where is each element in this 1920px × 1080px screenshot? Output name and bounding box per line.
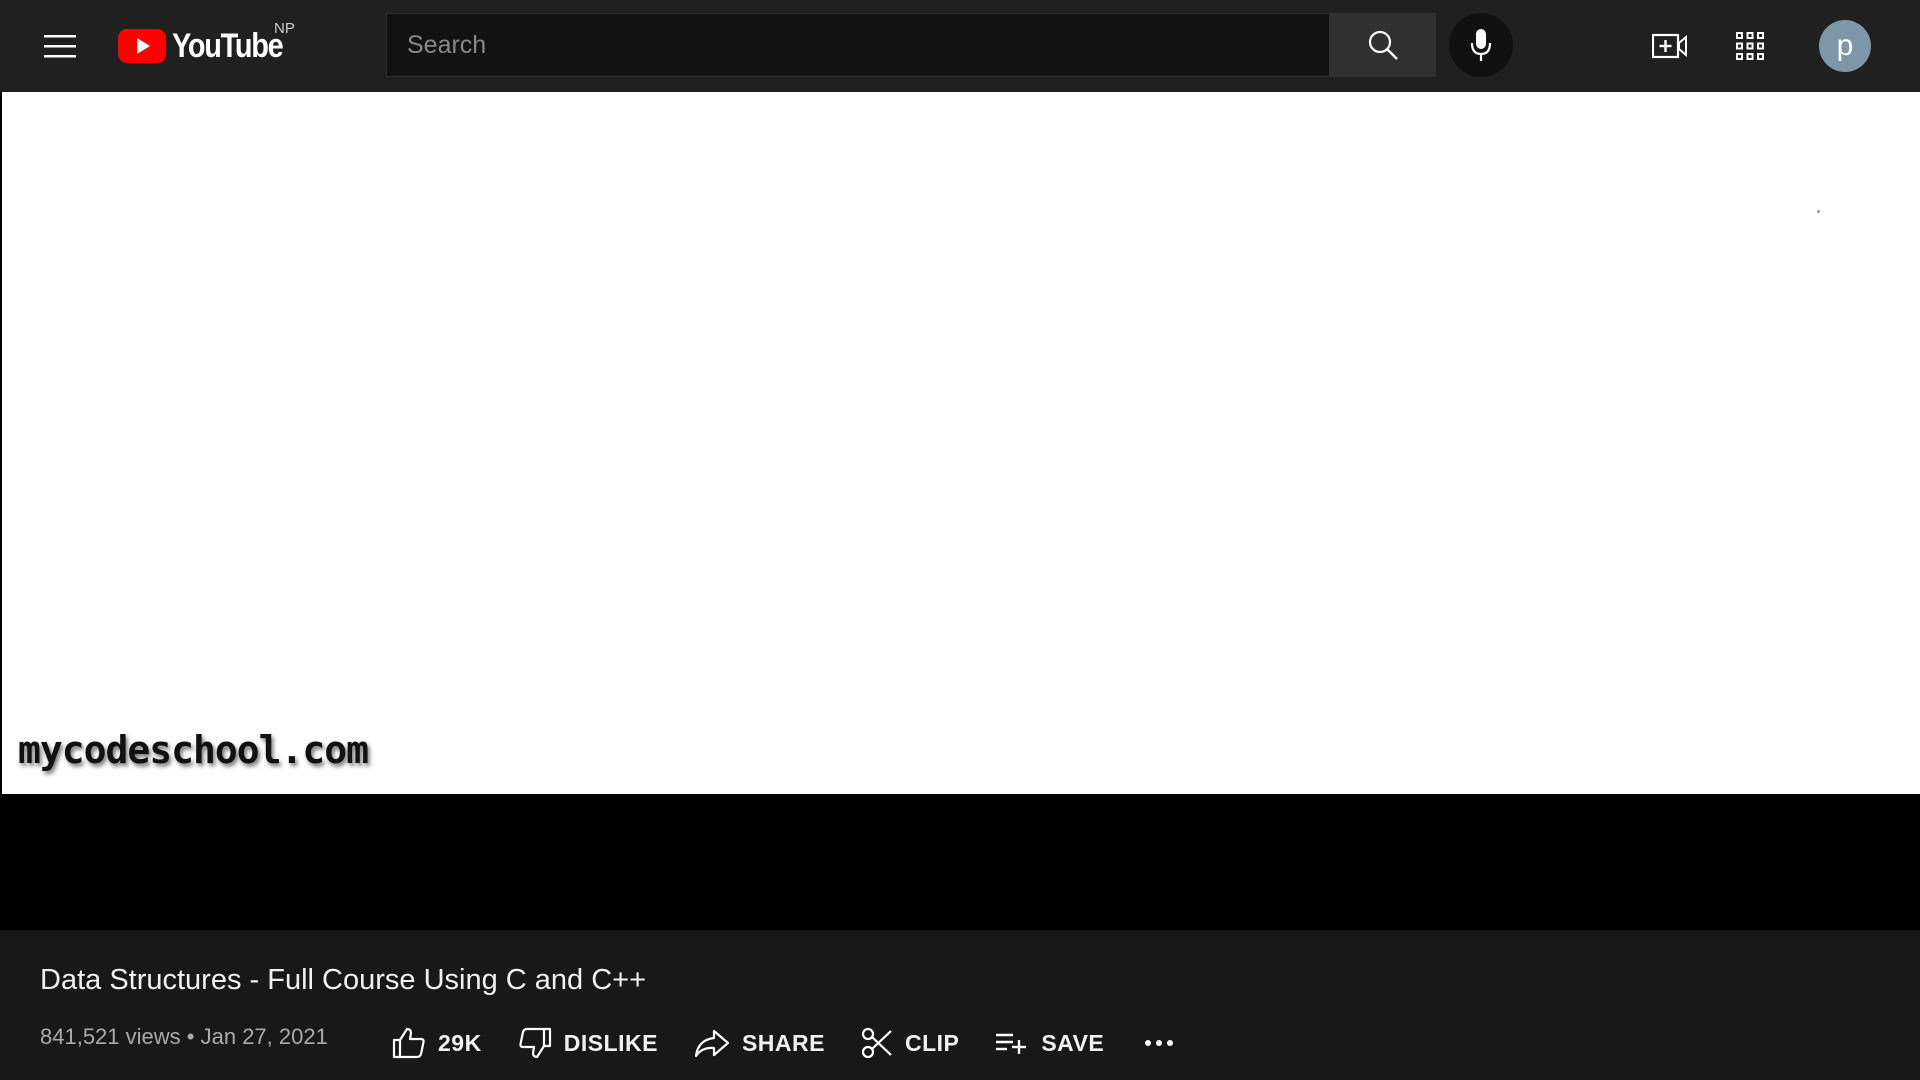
save-button[interactable]: SAVE xyxy=(995,1022,1104,1064)
video-camera-add-icon xyxy=(1652,33,1687,59)
like-button[interactable]: 29K xyxy=(392,1022,482,1064)
save-label: SAVE xyxy=(1041,1029,1105,1056)
logo-text: YouTube xyxy=(172,26,284,65)
share-label: SHARE xyxy=(741,1029,825,1056)
share-arrow-icon xyxy=(694,1029,730,1058)
apps-grid-icon xyxy=(1736,32,1764,60)
masthead: YouTube NP p xyxy=(0,0,1920,92)
video-speck xyxy=(1817,210,1820,213)
create-video-button[interactable] xyxy=(1648,24,1692,68)
hamburger-icon xyxy=(44,35,76,58)
youtube-play-logo-icon xyxy=(118,29,166,63)
scissors-icon xyxy=(861,1027,892,1059)
thumbs-up-icon xyxy=(392,1027,425,1059)
video-watermark: mycodeschool.com xyxy=(18,728,369,772)
more-horizontal-icon xyxy=(1145,1040,1174,1046)
video-title: Data Structures - Full Course Using C an… xyxy=(40,964,647,996)
more-actions-button[interactable] xyxy=(1144,1022,1174,1064)
like-count: 29K xyxy=(438,1029,482,1056)
playlist-add-icon xyxy=(996,1033,1027,1054)
video-frame: mycodeschool.com xyxy=(2,92,1920,794)
clip-label: CLIP xyxy=(904,1029,960,1056)
dislike-label: DISLIKE xyxy=(563,1029,658,1056)
apps-button[interactable] xyxy=(1728,24,1772,68)
search-box xyxy=(386,13,1330,77)
view-count: 841,521 views xyxy=(40,1024,181,1049)
publish-date: Jan 27, 2021 xyxy=(200,1024,328,1049)
hamburger-menu-button[interactable] xyxy=(36,24,84,68)
clip-button[interactable]: CLIP xyxy=(861,1022,959,1064)
video-player[interactable]: mycodeschool.com xyxy=(0,92,1920,930)
share-button[interactable]: SHARE xyxy=(694,1022,825,1064)
meta-separator: • xyxy=(186,1024,195,1049)
video-actions: 29K DISLIKE SHARE CLIP SAVE xyxy=(392,1022,1174,1064)
thumbs-down-icon xyxy=(519,1027,551,1059)
video-meta: 841,521 views • Jan 27, 2021 xyxy=(40,1024,328,1050)
microphone-icon xyxy=(1470,29,1492,61)
region-code: NP xyxy=(274,20,295,37)
account-avatar[interactable]: p xyxy=(1819,20,1871,72)
search-input[interactable] xyxy=(387,29,1329,61)
search-button[interactable] xyxy=(1330,13,1436,77)
voice-search-button[interactable] xyxy=(1449,13,1513,77)
dislike-button[interactable]: DISLIKE xyxy=(518,1022,658,1064)
search-icon xyxy=(1368,30,1398,60)
